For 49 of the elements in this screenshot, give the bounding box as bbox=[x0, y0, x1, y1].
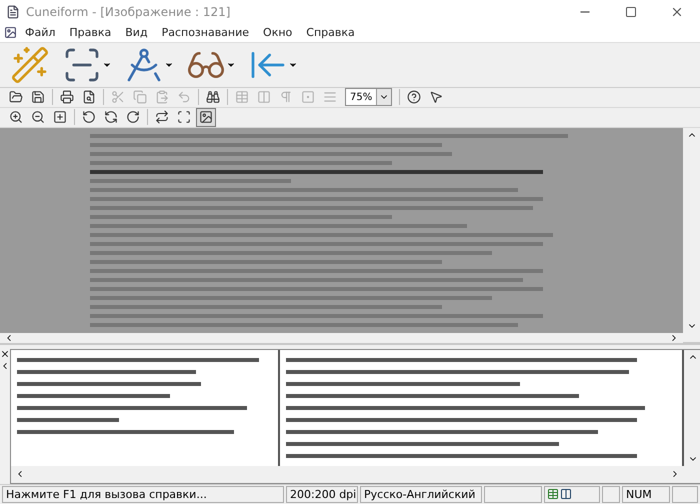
zoom-out-icon bbox=[31, 110, 45, 124]
menu-item[interactable]: Окно bbox=[257, 24, 298, 42]
arrows-cycle-icon bbox=[155, 110, 169, 124]
selection-icon bbox=[177, 110, 191, 124]
image-button[interactable] bbox=[196, 108, 216, 126]
zoom-combo[interactable]: 75% bbox=[345, 88, 392, 106]
columns-icon bbox=[560, 488, 572, 500]
fit-icon bbox=[53, 110, 67, 124]
menu-item[interactable]: Вид bbox=[119, 24, 154, 42]
status-num: NUM bbox=[622, 486, 670, 503]
page-magnifier-icon bbox=[82, 90, 96, 104]
status-dpi: 200:200 dpi bbox=[286, 486, 358, 503]
binoculars-icon bbox=[206, 90, 220, 104]
scissors-icon bbox=[111, 90, 125, 104]
status-language: Русско-Английский bbox=[360, 486, 482, 503]
printer-icon bbox=[60, 90, 74, 104]
frame-icon bbox=[301, 90, 315, 104]
window-title: Cuneiform - [Изображение : 121] bbox=[26, 5, 232, 19]
help-icon bbox=[407, 90, 421, 104]
zoom-in-icon bbox=[9, 110, 23, 124]
document-icon bbox=[4, 26, 17, 40]
status-panel bbox=[672, 486, 698, 503]
menu-item[interactable]: Распознавание bbox=[156, 24, 256, 42]
pilcrow-icon bbox=[279, 90, 293, 104]
undo-icon bbox=[177, 90, 191, 104]
floppy-icon bbox=[31, 90, 45, 104]
image-icon bbox=[199, 110, 213, 124]
status-panel bbox=[602, 486, 620, 503]
table-icon bbox=[547, 488, 559, 500]
maximize-icon bbox=[625, 6, 637, 18]
menu-item[interactable]: Правка bbox=[63, 24, 118, 42]
copy-icon bbox=[133, 90, 147, 104]
status-hint: Нажмите F1 для вызова справки... bbox=[2, 486, 284, 503]
close-icon bbox=[670, 5, 684, 19]
status-panel bbox=[484, 486, 542, 503]
close-icon[interactable] bbox=[0, 348, 10, 358]
rotate-right-icon bbox=[126, 110, 140, 124]
menu-item[interactable]: Справка bbox=[300, 24, 361, 42]
lines-icon bbox=[323, 90, 337, 104]
folder-icon bbox=[9, 90, 23, 104]
rotate-icon bbox=[104, 110, 118, 124]
menu-item[interactable]: Файл bbox=[19, 24, 62, 42]
horizontal-scrollbar[interactable] bbox=[0, 332, 683, 342]
columns-icon bbox=[257, 90, 271, 104]
magic-wand-icon bbox=[10, 44, 50, 84]
paste-icon bbox=[155, 90, 169, 104]
app-icon bbox=[6, 5, 20, 19]
rotate-left-icon bbox=[82, 110, 96, 124]
table-icon bbox=[235, 90, 249, 104]
